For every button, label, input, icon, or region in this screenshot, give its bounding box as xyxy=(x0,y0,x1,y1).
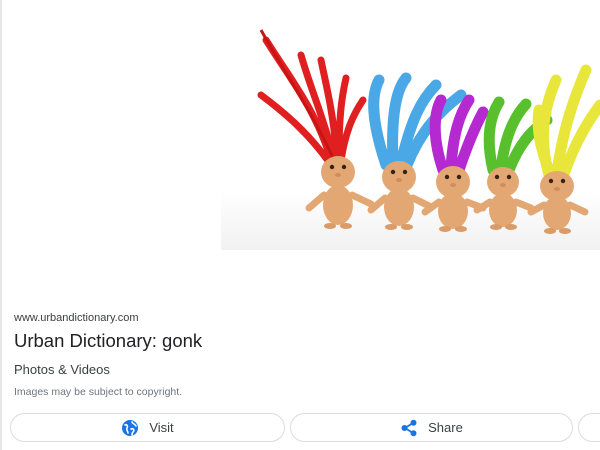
result-title[interactable]: Urban Dictionary: gonk xyxy=(14,330,202,352)
panel-left-border xyxy=(0,0,2,450)
image-preview[interactable] xyxy=(221,0,600,275)
share-icon xyxy=(400,419,418,437)
more-actions-button[interactable] xyxy=(578,413,600,442)
visit-button[interactable]: Visit xyxy=(10,413,285,442)
share-button-label: Share xyxy=(428,420,463,435)
copyright-note: Images may be subject to copyright. xyxy=(14,386,183,398)
result-subtitle: Photos & Videos xyxy=(14,362,110,377)
globe-icon xyxy=(121,419,139,437)
visit-button-label: Visit xyxy=(149,420,174,435)
share-button[interactable]: Share xyxy=(290,413,573,442)
source-url[interactable]: www.urbandictionary.com xyxy=(14,312,139,324)
troll-dolls-image xyxy=(221,29,600,250)
